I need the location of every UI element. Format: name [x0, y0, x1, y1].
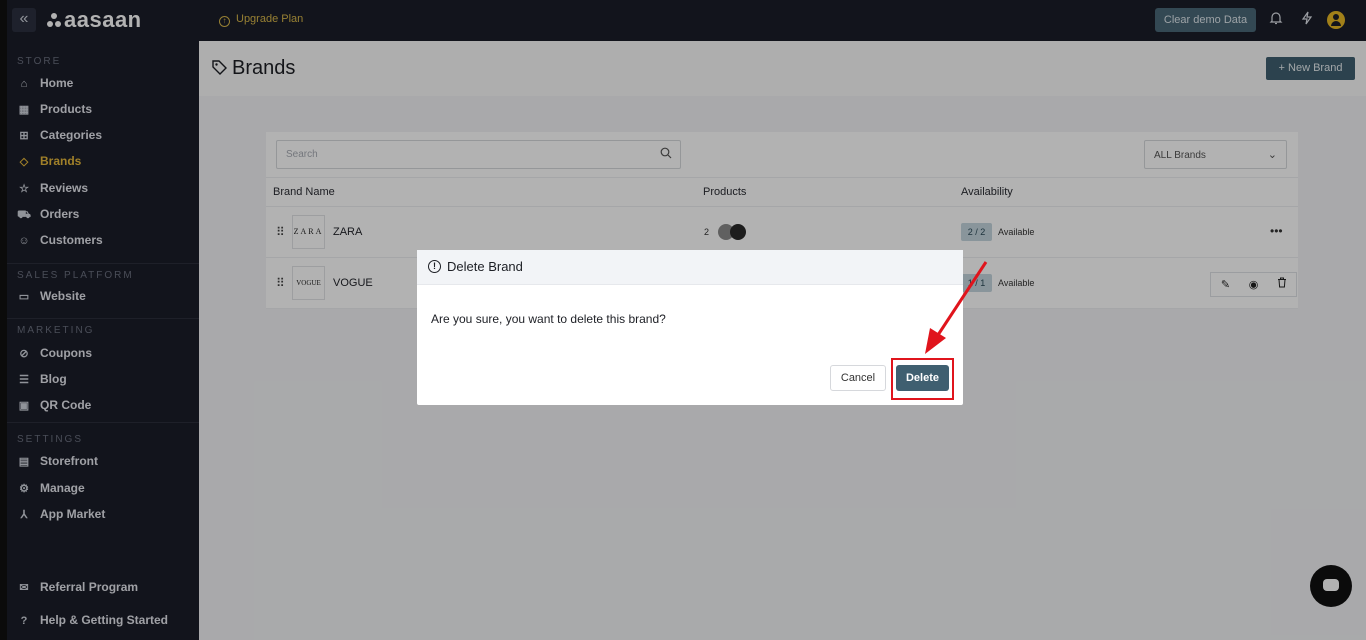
dialog-title: Delete Brand	[447, 259, 523, 274]
dialog-message: Are you sure, you want to delete this br…	[431, 312, 666, 326]
delete-brand-dialog: ! Delete Brand Are you sure, you want to…	[417, 250, 963, 405]
cancel-button[interactable]: Cancel	[830, 365, 886, 391]
annotation-arrow-icon	[925, 261, 988, 354]
highlight-box	[891, 358, 954, 400]
dialog-header: ! Delete Brand	[417, 250, 963, 285]
alert-icon: !	[428, 260, 441, 273]
